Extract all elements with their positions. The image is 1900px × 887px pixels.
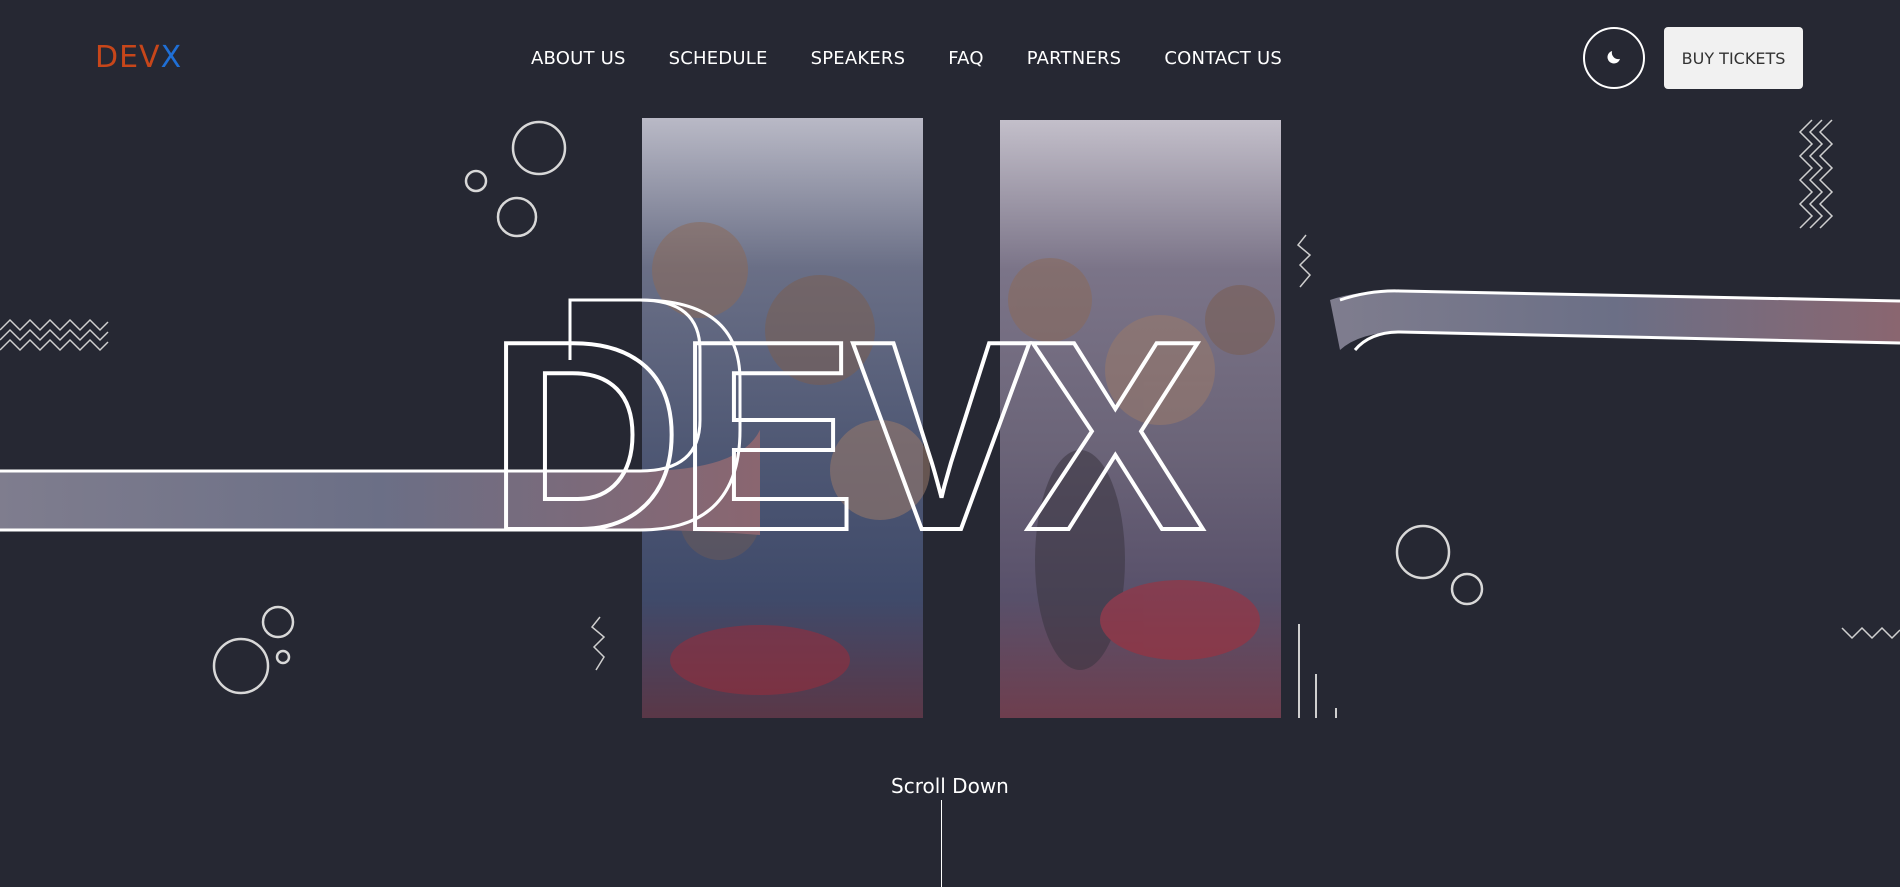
scroll-down-label[interactable]: Scroll Down	[891, 774, 1009, 798]
nav-faq[interactable]: FAQ	[948, 48, 983, 69]
theme-toggle-button[interactable]	[1583, 27, 1645, 89]
hero-section: DEVX	[0, 0, 1900, 887]
main-nav: ABOUT US SCHEDULE SPEAKERS FAQ PARTNERS …	[531, 48, 1325, 69]
nav-speakers[interactable]: SPEAKERS	[811, 48, 906, 69]
nav-schedule[interactable]: SCHEDULE	[669, 48, 768, 69]
scroll-down-line	[941, 800, 942, 887]
devx-logo[interactable]: DEV X	[95, 39, 183, 75]
moon-icon	[1605, 48, 1623, 69]
hero-title-text: DEVX	[488, 286, 1207, 587]
hero-art: DEVX	[0, 118, 1900, 718]
deco-bars	[1298, 624, 1337, 718]
buy-tickets-button[interactable]: BUY TICKETS	[1664, 27, 1803, 89]
logo-text-dev: DEV	[95, 39, 161, 75]
nav-contact-us[interactable]: CONTACT US	[1164, 48, 1282, 69]
site-header: DEV X ABOUT US SCHEDULE SPEAKERS FAQ PART…	[0, 0, 1900, 115]
logo-text-x: X	[160, 39, 183, 75]
nav-about-us[interactable]: ABOUT US	[531, 48, 626, 69]
nav-partners[interactable]: PARTNERS	[1027, 48, 1122, 69]
